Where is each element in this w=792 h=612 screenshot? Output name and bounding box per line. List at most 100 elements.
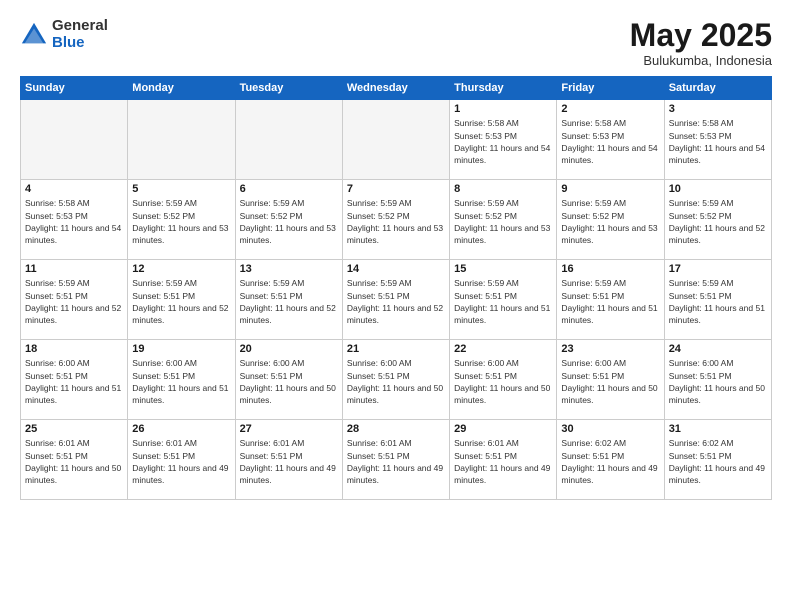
day-number: 22	[454, 343, 552, 355]
calendar-cell: 1 Sunrise: 5:58 AMSunset: 5:53 PMDaylight…	[450, 100, 557, 180]
calendar-table: SundayMondayTuesdayWednesdayThursdayFrid…	[20, 76, 772, 500]
calendar-cell: 16Sunrise: 5:59 AMSunset: 5:51 PMDayligh…	[557, 260, 664, 340]
day-info: Sunrise: 6:00 AMSunset: 5:51 PMDaylight:…	[347, 357, 445, 406]
day-info: Sunrise: 6:00 AMSunset: 5:51 PMDaylight:…	[132, 357, 230, 406]
day-number: 1	[454, 103, 552, 115]
day-number: 8	[454, 183, 552, 195]
calendar-week-row: 25 Sunrise: 6:01 AMSunset: 5:51 PMDayligh…	[21, 420, 772, 500]
weekday-header: Monday	[128, 77, 235, 100]
page-header: General Blue May 2025 Bulukumba, Indones…	[20, 18, 772, 68]
day-info: Sunrise: 5:58 AMSunset: 5:53 PMDaylight:…	[669, 117, 767, 166]
day-info: Sunrise: 6:00 AMSunset: 5:51 PMDaylight:…	[25, 357, 123, 406]
calendar-cell	[342, 100, 449, 180]
logo: General Blue	[20, 18, 108, 51]
calendar-cell: 19 Sunrise: 6:00 AMSunset: 5:51 PMDayligh…	[128, 340, 235, 420]
day-number: 27	[240, 423, 338, 435]
day-info: Sunrise: 5:59 AMSunset: 5:52 PMDaylight:…	[347, 197, 445, 246]
calendar-cell: 4Sunrise: 5:58 AMSunset: 5:53 PMDaylight…	[21, 180, 128, 260]
calendar-cell: 25Sunrise: 6:01 AMSunset: 5:51 PMDayligh…	[21, 420, 128, 500]
day-number: 30	[561, 423, 659, 435]
day-number: 6	[240, 183, 338, 195]
calendar-cell: 26 Sunrise: 6:01 AMSunset: 5:51 PMDayligh…	[128, 420, 235, 500]
day-info: Sunrise: 5:58 AMSunset: 5:53 PMDaylight:…	[454, 117, 552, 166]
calendar-cell: 17 Sunrise: 5:59 AMSunset: 5:51 PMDayligh…	[664, 260, 771, 340]
day-number: 10	[669, 183, 767, 195]
calendar-cell: 27Sunrise: 6:01 AMSunset: 5:51 PMDayligh…	[235, 420, 342, 500]
calendar-cell	[235, 100, 342, 180]
day-number: 17	[669, 263, 767, 275]
day-info: Sunrise: 5:59 AMSunset: 5:51 PMDaylight:…	[132, 277, 230, 326]
day-info: Sunrise: 5:59 AMSunset: 5:51 PMDaylight:…	[454, 277, 552, 326]
day-number: 3	[669, 103, 767, 115]
day-number: 12	[132, 263, 230, 275]
weekday-header: Wednesday	[342, 77, 449, 100]
logo-text: General Blue	[52, 18, 108, 51]
day-number: 25	[25, 423, 123, 435]
day-info: Sunrise: 6:00 AMSunset: 5:51 PMDaylight:…	[454, 357, 552, 406]
day-info: Sunrise: 6:02 AMSunset: 5:51 PMDaylight:…	[561, 437, 659, 486]
day-info: Sunrise: 6:00 AMSunset: 5:51 PMDaylight:…	[240, 357, 338, 406]
weekday-header: Thursday	[450, 77, 557, 100]
day-number: 26	[132, 423, 230, 435]
calendar-cell: 15 Sunrise: 5:59 AMSunset: 5:51 PMDayligh…	[450, 260, 557, 340]
weekday-header: Saturday	[664, 77, 771, 100]
calendar-header-row: SundayMondayTuesdayWednesdayThursdayFrid…	[21, 77, 772, 100]
day-info: Sunrise: 5:59 AMSunset: 5:52 PMDaylight:…	[669, 197, 767, 246]
day-number: 19	[132, 343, 230, 355]
logo-blue: Blue	[52, 35, 108, 52]
day-number: 13	[240, 263, 338, 275]
location: Bulukumba, Indonesia	[630, 53, 772, 68]
day-number: 18	[25, 343, 123, 355]
day-info: Sunrise: 6:00 AMSunset: 5:51 PMDaylight:…	[669, 357, 767, 406]
weekday-header: Sunday	[21, 77, 128, 100]
calendar-cell	[21, 100, 128, 180]
day-number: 2	[561, 103, 659, 115]
calendar-week-row: 1 Sunrise: 5:58 AMSunset: 5:53 PMDaylight…	[21, 100, 772, 180]
day-number: 24	[669, 343, 767, 355]
day-number: 5	[132, 183, 230, 195]
day-number: 16	[561, 263, 659, 275]
calendar-cell: 6 Sunrise: 5:59 AMSunset: 5:52 PMDaylight…	[235, 180, 342, 260]
calendar-cell: 29Sunrise: 6:01 AMSunset: 5:51 PMDayligh…	[450, 420, 557, 500]
weekday-header: Tuesday	[235, 77, 342, 100]
day-number: 20	[240, 343, 338, 355]
calendar-cell: 30 Sunrise: 6:02 AMSunset: 5:51 PMDayligh…	[557, 420, 664, 500]
day-info: Sunrise: 5:58 AMSunset: 5:53 PMDaylight:…	[561, 117, 659, 166]
calendar-cell: 13Sunrise: 5:59 AMSunset: 5:51 PMDayligh…	[235, 260, 342, 340]
calendar-cell: 5Sunrise: 5:59 AMSunset: 5:52 PMDaylight…	[128, 180, 235, 260]
logo-general: General	[52, 18, 108, 35]
day-info: Sunrise: 6:01 AMSunset: 5:51 PMDaylight:…	[132, 437, 230, 486]
calendar-week-row: 4Sunrise: 5:58 AMSunset: 5:53 PMDaylight…	[21, 180, 772, 260]
calendar-cell: 28 Sunrise: 6:01 AMSunset: 5:51 PMDayligh…	[342, 420, 449, 500]
day-number: 14	[347, 263, 445, 275]
day-number: 23	[561, 343, 659, 355]
day-number: 31	[669, 423, 767, 435]
day-number: 7	[347, 183, 445, 195]
calendar-cell	[128, 100, 235, 180]
calendar-cell: 21 Sunrise: 6:00 AMSunset: 5:51 PMDayligh…	[342, 340, 449, 420]
day-number: 29	[454, 423, 552, 435]
calendar-cell: 12 Sunrise: 5:59 AMSunset: 5:51 PMDayligh…	[128, 260, 235, 340]
day-info: Sunrise: 5:59 AMSunset: 5:52 PMDaylight:…	[240, 197, 338, 246]
day-number: 28	[347, 423, 445, 435]
weekday-header: Friday	[557, 77, 664, 100]
day-number: 11	[25, 263, 123, 275]
calendar-cell: 7 Sunrise: 5:59 AMSunset: 5:52 PMDaylight…	[342, 180, 449, 260]
calendar-cell: 31 Sunrise: 6:02 AMSunset: 5:51 PMDayligh…	[664, 420, 771, 500]
day-number: 15	[454, 263, 552, 275]
day-info: Sunrise: 5:59 AMSunset: 5:51 PMDaylight:…	[669, 277, 767, 326]
day-number: 9	[561, 183, 659, 195]
calendar-cell: 24 Sunrise: 6:00 AMSunset: 5:51 PMDayligh…	[664, 340, 771, 420]
calendar-cell: 2 Sunrise: 5:58 AMSunset: 5:53 PMDaylight…	[557, 100, 664, 180]
day-info: Sunrise: 5:59 AMSunset: 5:52 PMDaylight:…	[454, 197, 552, 246]
day-info: Sunrise: 5:59 AMSunset: 5:52 PMDaylight:…	[561, 197, 659, 246]
day-number: 21	[347, 343, 445, 355]
calendar-cell: 9 Sunrise: 5:59 AMSunset: 5:52 PMDaylight…	[557, 180, 664, 260]
calendar-cell: 23 Sunrise: 6:00 AMSunset: 5:51 PMDayligh…	[557, 340, 664, 420]
day-info: Sunrise: 6:01 AMSunset: 5:51 PMDaylight:…	[347, 437, 445, 486]
day-info: Sunrise: 6:02 AMSunset: 5:51 PMDaylight:…	[669, 437, 767, 486]
month-title: May 2025	[630, 18, 772, 53]
calendar-cell: 22 Sunrise: 6:00 AMSunset: 5:51 PMDayligh…	[450, 340, 557, 420]
logo-icon	[20, 21, 48, 49]
day-info: Sunrise: 6:00 AMSunset: 5:51 PMDaylight:…	[561, 357, 659, 406]
